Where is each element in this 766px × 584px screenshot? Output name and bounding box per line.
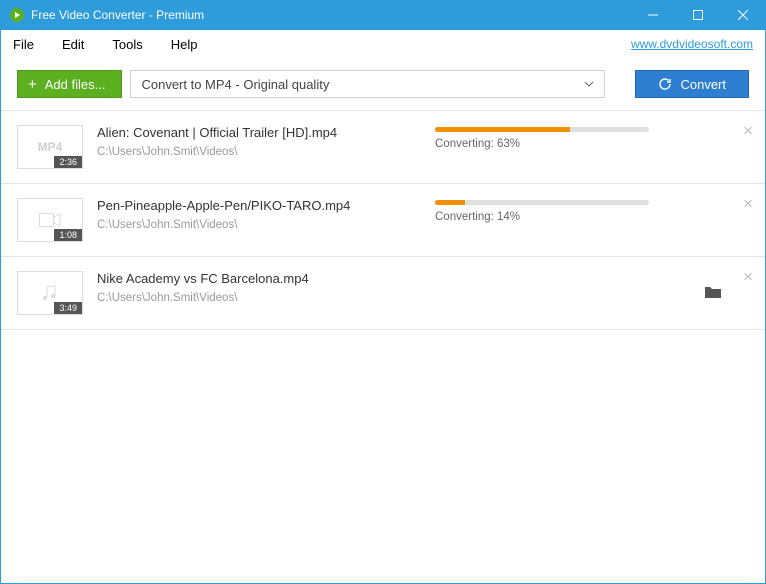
progress-text: Converting: 14% <box>435 211 725 223</box>
convert-label: Convert <box>680 77 726 92</box>
menu-file[interactable]: File <box>13 37 34 52</box>
menubar: File Edit Tools Help www.dvdvideosoft.co… <box>1 30 765 58</box>
file-path: C:\Users\John.Smit\Videos\ <box>97 292 435 304</box>
close-button[interactable] <box>720 0 765 30</box>
duration-label: 3:49 <box>54 302 82 314</box>
titlebar: Free Video Converter - Premium <box>1 0 765 30</box>
convert-button[interactable]: Convert <box>635 70 749 98</box>
file-name: Nike Academy vs FC Barcelona.mp4 <box>97 271 435 286</box>
progress-bar <box>435 200 649 205</box>
thumbnail: MP4 2:36 <box>17 125 83 169</box>
file-row: MP4 2:36 Alien: Covenant | Official Trai… <box>1 111 765 184</box>
format-select[interactable]: Convert to MP4 - Original quality <box>130 70 605 98</box>
window-title: Free Video Converter - Premium <box>31 8 630 22</box>
refresh-icon <box>658 77 672 91</box>
minimize-button[interactable] <box>630 0 675 30</box>
duration-label: 1:08 <box>54 229 82 241</box>
remove-file-button[interactable]: × <box>743 267 753 287</box>
video-camera-icon <box>39 213 61 227</box>
menu-edit[interactable]: Edit <box>62 37 84 52</box>
thumbnail: 3:49 <box>17 271 83 315</box>
plus-icon: + <box>28 76 37 93</box>
file-name: Pen-Pineapple-Apple-Pen/PIKO-TARO.mp4 <box>97 198 435 213</box>
app-icon <box>9 7 25 23</box>
file-row: 1:08 Pen-Pineapple-Apple-Pen/PIKO-TARO.m… <box>1 184 765 257</box>
remove-file-button[interactable]: × <box>743 194 753 214</box>
music-note-icon <box>42 284 58 302</box>
maximize-button[interactable] <box>675 0 720 30</box>
thumbnail: 1:08 <box>17 198 83 242</box>
remove-file-button[interactable]: × <box>743 121 753 141</box>
progress-fill <box>435 127 570 132</box>
file-name: Alien: Covenant | Official Trailer [HD].… <box>97 125 435 140</box>
file-path: C:\Users\John.Smit\Videos\ <box>97 219 435 231</box>
thumb-format-label: MP4 <box>38 140 63 154</box>
progress-bar <box>435 127 649 132</box>
website-link[interactable]: www.dvdvideosoft.com <box>631 37 753 51</box>
add-files-button[interactable]: + Add files... <box>17 70 122 98</box>
progress-text: Converting: 63% <box>435 138 725 150</box>
file-list: MP4 2:36 Alien: Covenant | Official Trai… <box>1 110 765 583</box>
file-row: 3:49 Nike Academy vs FC Barcelona.mp4 C:… <box>1 257 765 330</box>
toolbar: + Add files... Convert to MP4 - Original… <box>1 58 765 110</box>
menu-tools[interactable]: Tools <box>112 37 142 52</box>
chevron-down-icon <box>584 81 594 87</box>
menu-help[interactable]: Help <box>171 37 198 52</box>
add-label: Add files... <box>45 77 106 92</box>
progress-fill <box>435 200 465 205</box>
duration-label: 2:36 <box>54 156 82 168</box>
file-path: C:\Users\John.Smit\Videos\ <box>97 146 435 158</box>
folder-icon[interactable] <box>705 285 721 298</box>
format-selected: Convert to MP4 - Original quality <box>141 77 329 92</box>
